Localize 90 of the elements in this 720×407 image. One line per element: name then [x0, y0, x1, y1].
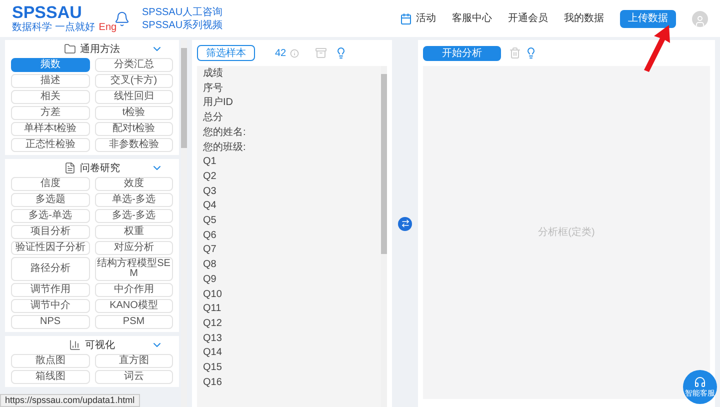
lightbulb-icon[interactable] [335, 47, 348, 59]
chart-icon [69, 339, 81, 351]
analysis-placeholder: 分析框(定类) [538, 226, 595, 240]
method-button[interactable]: 单选-多选 [94, 193, 173, 207]
method-button[interactable]: 结构方程模型SEM [94, 257, 173, 281]
logo-title: SPSSAU [12, 4, 83, 22]
header-link[interactable]: SPSSAU人工咨询 [142, 6, 223, 18]
method-button[interactable]: 单样本t检验 [11, 122, 90, 136]
method-button[interactable]: 路径分析 [11, 257, 90, 281]
method-button[interactable]: NPS [11, 315, 90, 329]
method-button[interactable]: 配对t检验 [94, 122, 173, 136]
sample-count: 42 [275, 46, 286, 60]
variable-item[interactable]: Q3 [203, 184, 381, 200]
method-button[interactable]: 调节作用 [11, 283, 90, 297]
method-button[interactable]: 项目分析 [11, 225, 90, 239]
method-button[interactable]: 效度 [94, 177, 173, 191]
method-button[interactable]: 直方图 [94, 354, 173, 368]
nav-link[interactable]: 客服中心 [452, 11, 492, 26]
variable-item[interactable]: 序号 [203, 82, 381, 96]
variable-item[interactable]: Q6 [203, 228, 381, 244]
variable-item[interactable]: Q10 [203, 288, 381, 302]
variable-item[interactable]: Q2 [203, 170, 381, 185]
method-button[interactable]: 交叉(卡方) [94, 74, 173, 88]
section-header[interactable]: 通用方法 [11, 40, 173, 58]
variable-item[interactable]: Q5 [203, 214, 381, 229]
method-button[interactable]: 正态性检验 [11, 138, 90, 152]
method-button[interactable]: 线性回归 [94, 90, 173, 104]
variable-item[interactable]: 总分 [203, 111, 381, 126]
filter-button[interactable]: 筛选样本 [197, 45, 255, 61]
variable-item[interactable]: Q11 [203, 302, 381, 317]
headset-icon [694, 376, 706, 388]
method-button[interactable]: 权重 [94, 225, 173, 239]
lightbulb-icon[interactable] [525, 47, 537, 59]
section-header[interactable]: 问卷研究 [11, 159, 173, 177]
method-button[interactable]: 信度 [11, 177, 90, 191]
bell-icon[interactable] [114, 10, 130, 26]
method-button[interactable]: 调节中介 [11, 299, 90, 313]
variable-item[interactable]: 用户ID [203, 96, 381, 112]
nav-link[interactable]: 开通会员 [508, 11, 548, 26]
variable-item[interactable]: Q7 [203, 243, 381, 258]
method-button[interactable]: 箱线图 [11, 370, 90, 384]
status-url: https://spssau.com/updata1.html [0, 394, 140, 407]
method-button[interactable]: 验证性因子分析 [11, 241, 90, 255]
method-button[interactable]: 词云 [94, 370, 173, 384]
method-button[interactable]: 分类汇总 [94, 58, 173, 72]
variable-item[interactable]: Q8 [203, 258, 381, 273]
variable-item[interactable]: Q15 [203, 361, 381, 376]
method-button[interactable]: 中介作用 [94, 283, 173, 297]
variable-item[interactable]: Q9 [203, 272, 381, 288]
variable-item[interactable]: Q1 [203, 155, 381, 170]
method-button[interactable]: t检验 [94, 106, 173, 120]
section-title: 通用方法 [80, 42, 120, 56]
method-button[interactable]: 对应分析 [94, 241, 173, 255]
variable-item[interactable]: Q12 [203, 316, 381, 332]
scrollbar[interactable] [181, 40, 187, 407]
method-button[interactable]: 频数 [11, 58, 90, 72]
method-button[interactable]: 描述 [11, 74, 90, 88]
section-header[interactable]: 可视化 [11, 336, 173, 354]
section-title: 可视化 [85, 338, 115, 352]
header-link[interactable]: SPSSAU系列视频 [142, 18, 223, 32]
upload-button[interactable]: 上传数据 [620, 10, 676, 28]
folder-icon [64, 43, 76, 55]
section-title: 问卷研究 [80, 162, 120, 176]
method-button[interactable]: 散点图 [11, 354, 90, 368]
variable-item[interactable]: 您的班级: [203, 140, 381, 156]
method-button[interactable]: 多选题 [11, 193, 90, 207]
method-button[interactable]: KANO模型 [94, 299, 173, 313]
swap-button[interactable] [398, 216, 412, 230]
variable-item[interactable]: Q13 [203, 332, 381, 346]
method-button[interactable]: 多选-多选 [94, 209, 173, 223]
activity-link[interactable]: 活动 [400, 11, 436, 26]
variable-item[interactable]: Q4 [203, 199, 381, 214]
method-button[interactable]: 非参数检验 [94, 138, 173, 152]
swap-arrows-icon [400, 219, 410, 228]
variable-item[interactable]: Q16 [203, 376, 381, 390]
logo-tagline: 数据科学 一点就好 [12, 22, 95, 34]
method-button[interactable]: 多选-单选 [11, 209, 90, 223]
info-icon[interactable] [290, 48, 300, 58]
variable-item[interactable]: 您的姓名: [203, 126, 381, 141]
calendar-icon [400, 12, 412, 24]
variable-item[interactable]: 成绩 [203, 67, 381, 82]
method-button[interactable]: 相关 [11, 90, 90, 104]
language-link[interactable]: Eng [98, 22, 117, 34]
activity-label: 活动 [416, 12, 436, 26]
document-icon [64, 162, 76, 174]
method-button[interactable]: PSM [94, 315, 173, 329]
variable-item[interactable]: Q14 [203, 346, 381, 362]
method-button[interactable]: 方差 [11, 106, 90, 120]
nav-link[interactable]: 我的数据 [564, 11, 604, 26]
start-analysis-button[interactable]: 开始分析 [423, 46, 501, 60]
